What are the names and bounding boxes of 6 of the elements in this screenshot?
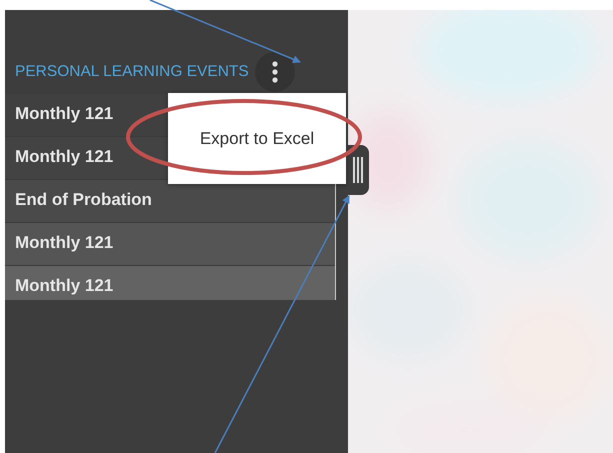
event-name: Monthly 121 xyxy=(15,147,114,167)
event-name: Monthly 121 xyxy=(15,104,114,124)
event-name: Monthly 121 xyxy=(15,276,114,296)
event-name: Monthly 121 xyxy=(15,233,114,253)
panel-title: PERSONAL LEARNING EVENTS xyxy=(15,63,249,81)
event-name: End of Probation xyxy=(15,190,152,210)
